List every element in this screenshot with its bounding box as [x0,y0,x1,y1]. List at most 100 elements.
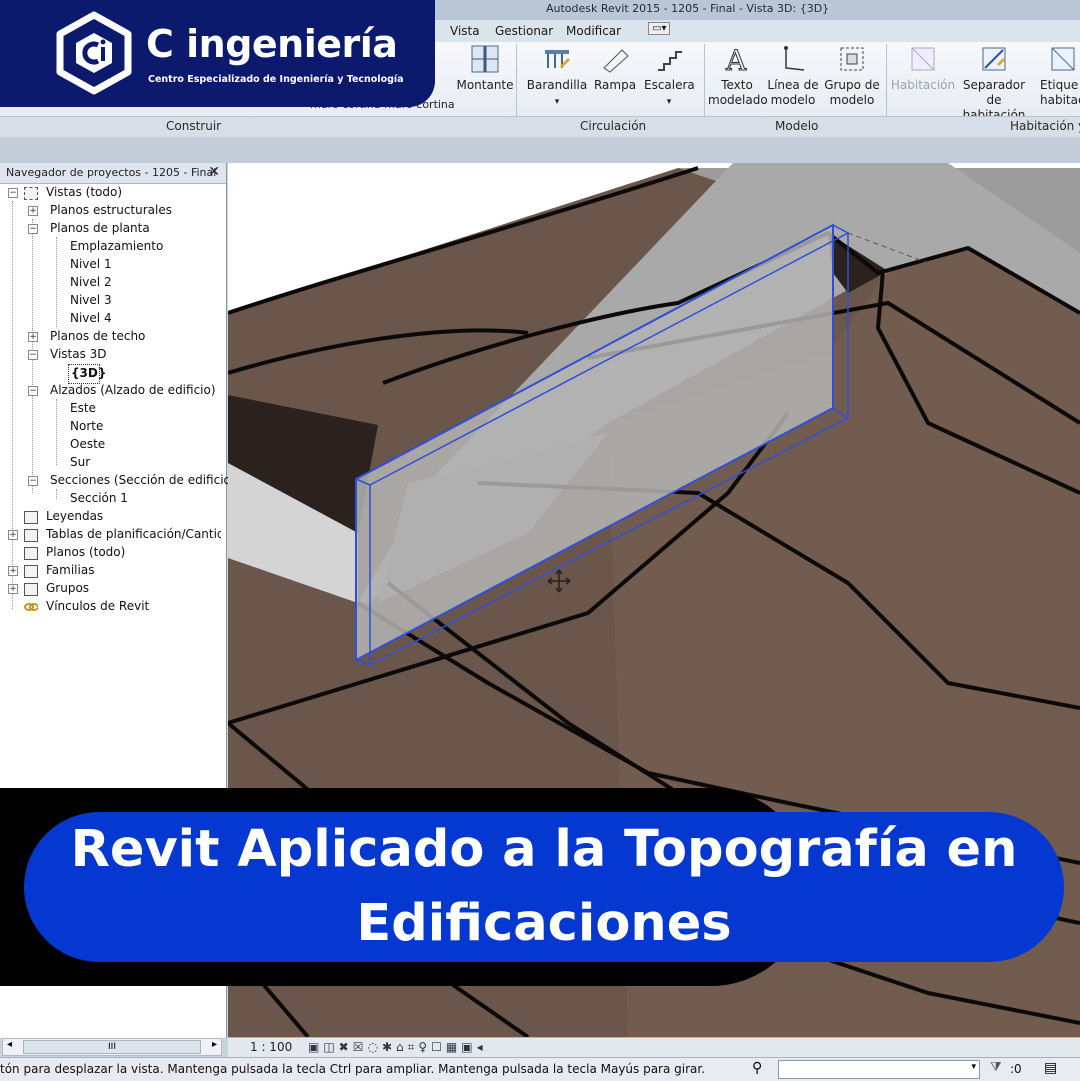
panel-circulacion[interactable]: Circulación [580,119,646,133]
tree-label: Leyendas [46,509,104,523]
tree-label: Planos (todo) [46,545,126,559]
texto-modelado-button[interactable]: A Texto modelado [708,44,768,108]
close-icon[interactable]: ✕ [208,164,220,180]
linea-label-1: Línea de [767,78,819,92]
panel-modelo[interactable]: Modelo [775,119,818,133]
barandilla-button[interactable]: Barandilla ▾ [526,44,588,110]
tree-item-vistas-3d[interactable]: − Vistas 3D [26,346,221,364]
tree-item-familias[interactable]: + Familias [6,562,221,580]
browser-horizontal-scrollbar[interactable]: ◂ III ▸ [2,1038,222,1056]
tree-item-vistas-todo[interactable]: − Vistas (todo) [6,184,221,202]
course-title-line-2: Edificaciones [356,894,732,953]
etiqueta-label-1: Etique [1040,78,1079,92]
brand-tagline: Centro Especializado de Ingeniería y Tec… [148,74,404,85]
tree-item-grupos[interactable]: + Grupos [6,580,221,598]
texto-label-2: modelado [708,93,768,107]
svg-text:A: A [725,44,747,74]
scroll-thumb[interactable]: III [23,1040,201,1054]
mullion-icon [471,45,499,73]
tree-line [56,399,57,465]
tree-item-seccion-1[interactable]: Sección 1 [70,490,220,508]
tree-item-norte[interactable]: Norte [70,418,220,436]
workset-icon[interactable]: ⚲ [752,1060,762,1076]
tree-label: Vínculos de Revit [46,599,150,613]
scroll-right-icon[interactable]: ▸ [212,1039,217,1050]
tree-item-planos-de-techo[interactable]: + Planos de techo [26,328,221,346]
separador-label-1: Separador [962,78,1026,92]
tree-item-nivel-3[interactable]: Nivel 3 [70,292,220,310]
tree-item-planos-estructurales[interactable]: + Planos estructurales [26,202,221,220]
tree-item-nivel-4[interactable]: Nivel 4 [70,310,220,328]
tree-item-3d-selected[interactable]: {3D} [68,364,106,384]
legend-icon [24,511,38,524]
tree-label: Tablas de planificación/Cantidades [46,527,221,541]
tree-label: Nivel 2 [70,275,112,289]
course-title-banner: Revit Aplicado a la Topografía en Edific… [24,812,1064,962]
habitacion-label: Habitación [890,78,956,92]
tree-label: Planos estructurales [50,203,172,217]
tree-item-planos-de-planta[interactable]: − Planos de planta [26,220,221,238]
montante-button[interactable]: Montante [456,44,514,93]
view-control-icons[interactable]: ▣◫✖☒◌✱⌂⌗♀☐▦▣◂ [308,1040,487,1055]
tree-item-nivel-1[interactable]: Nivel 1 [70,256,220,274]
tree-item-leyendas[interactable]: Leyendas [6,508,221,526]
tree-label: Vistas 3D [50,347,107,361]
ramp-icon [603,49,629,73]
tab-gestionar[interactable]: Gestionar [495,24,553,38]
tree-item-sur[interactable]: Sur [70,454,220,472]
project-browser-header: Navegador de proyectos - 1205 - Final ✕ [0,163,226,184]
panel-habitacion[interactable]: Habitación y [1010,119,1080,133]
rampa-label: Rampa [593,78,637,92]
tab-modificar[interactable]: Modificar [566,24,621,38]
filter-icon[interactable]: ⧩ [990,1060,1002,1075]
tree-item-vinculos[interactable]: Vínculos de Revit [6,598,221,616]
montante-label: Montante [456,78,514,92]
tree-label: Planos de planta [50,221,150,235]
tree-label: Nivel 1 [70,257,112,271]
model-text-icon: A [725,44,748,74]
grupo-modelo-button[interactable]: Grupo de modelo [822,44,882,108]
tree-label: Emplazamiento [70,239,164,253]
panel-construir[interactable]: Construir [166,119,221,133]
family-icon [24,565,38,578]
stair-icon [658,51,682,71]
tree-label: Este [70,401,96,415]
room-tag-icon [1051,47,1075,71]
habitacion-button[interactable]: Habitación [890,44,956,93]
tree-item-este[interactable]: Este [70,400,220,418]
tree-item-oeste[interactable]: Oeste [70,436,220,454]
scroll-left-icon[interactable]: ◂ [7,1039,12,1050]
model-group-icon [840,47,864,71]
view-scale[interactable]: 1 : 100 [250,1040,292,1054]
etiqueta-habitacion-button[interactable]: Etiquehabitac [1040,44,1080,108]
view-control-bar: 1 : 100 ▣◫✖☒◌✱⌂⌗♀☐▦▣◂ [228,1037,1080,1058]
tree-item-emplazamiento[interactable]: Emplazamiento [70,238,220,256]
tree-item-secciones[interactable]: − Secciones (Sección de edificio) [26,472,236,490]
escalera-button[interactable]: Escalera ▾ [644,44,695,110]
grupo-label-2: modelo [829,93,875,107]
tree-item-tablas[interactable]: + Tablas de planificación/Cantidades [6,526,221,544]
press-drag-icon[interactable]: ▤ [1044,1060,1057,1076]
rampa-button[interactable]: Rampa [592,44,638,93]
tree-item-nivel-2[interactable]: Nivel 2 [70,274,220,292]
tree-label: Sección 1 [70,491,128,505]
ribbon-panel-titles: Construir Circulación Modelo Habitación … [0,116,1080,137]
sheet-icon [24,547,38,560]
brand-name: C ingeniería [146,22,398,66]
tree-label: Vistas (todo) [46,185,123,199]
model-line-icon [784,46,805,71]
tree-label: Nivel 4 [70,311,112,325]
active-workset-select[interactable]: ▾ [778,1060,980,1079]
ribbon-toggle-button[interactable]: ▭▾ [648,22,671,35]
linea-label-2: modelo [770,93,816,107]
separador-habitacion-button[interactable]: Separador de habitación [956,44,1032,123]
linea-modelo-button[interactable]: Línea de modelo [766,44,820,108]
tree-label: Alzados (Alzado de edificio) [50,383,216,397]
tree-label: Norte [70,419,104,433]
tree-item-planos-todo[interactable]: Planos (todo) [6,544,221,562]
tab-vista[interactable]: Vista [450,24,480,38]
status-message: tón para desplazar la vista. Mantenga pu… [0,1062,706,1076]
etiqueta-label-2: habitac [1040,93,1080,107]
views-icon [24,187,38,200]
tree-item-alzados[interactable]: − Alzados (Alzado de edificio) [26,382,221,400]
